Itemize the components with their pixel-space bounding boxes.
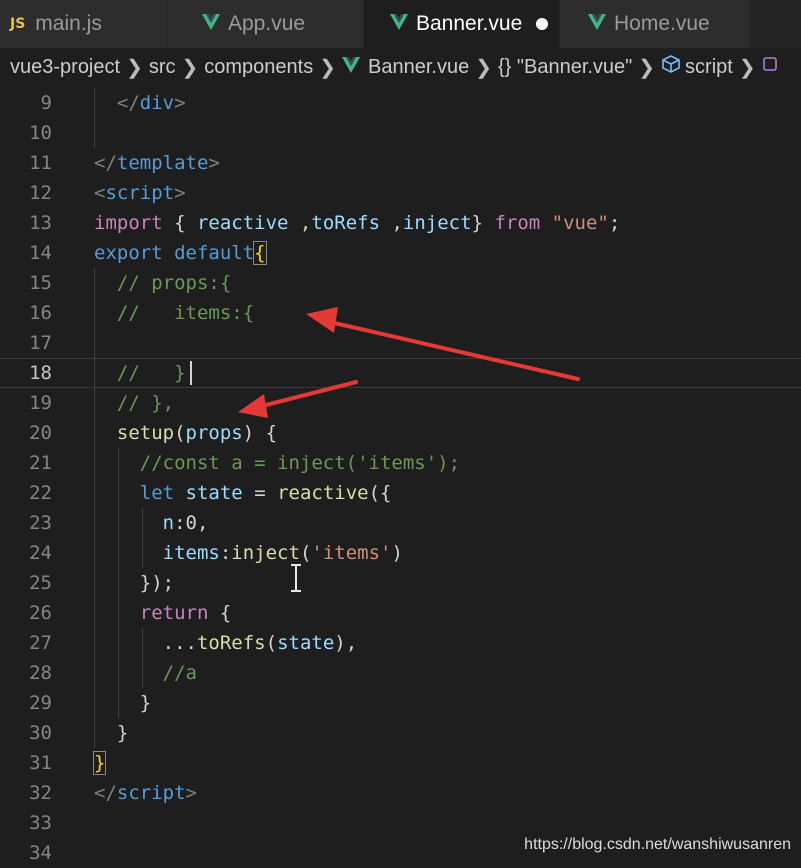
annotation-arrows (238, 307, 580, 418)
red-arrow-icon (238, 380, 358, 418)
red-arrow-icon (306, 307, 580, 381)
watermark: https://blog.csdn.net/wanshiwusanren (524, 836, 791, 853)
